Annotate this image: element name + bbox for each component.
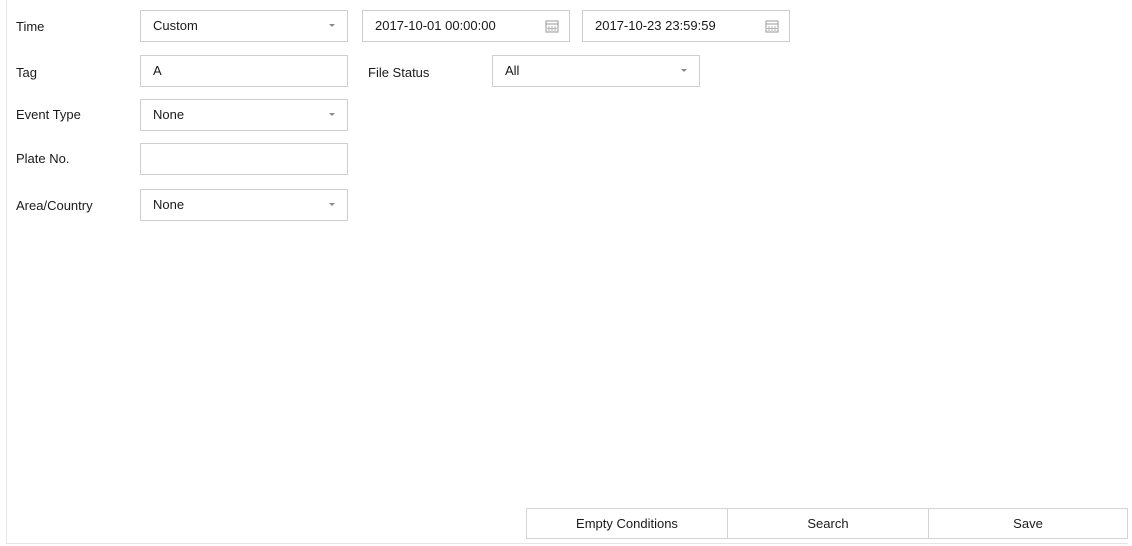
area-country-value: None	[153, 197, 185, 212]
calendar-icon[interactable]	[765, 19, 779, 33]
area-country-label: Area/Country	[16, 198, 93, 213]
end-time-value: 2017-10-23 23:59:59	[595, 18, 716, 33]
start-time-field[interactable]: 2017-10-01 00:00:00	[362, 10, 570, 42]
file-status-select[interactable]: All	[492, 55, 700, 87]
chevron-down-icon	[681, 69, 687, 72]
empty-conditions-button[interactable]: Empty Conditions	[526, 508, 728, 539]
start-time-value: 2017-10-01 00:00:00	[375, 18, 496, 33]
file-status-value: All	[505, 63, 520, 78]
chevron-down-icon	[329, 203, 335, 206]
calendar-icon[interactable]	[545, 19, 559, 33]
save-button[interactable]: Save	[928, 508, 1128, 539]
time-mode-value: Custom	[153, 18, 198, 33]
event-type-select[interactable]: None	[140, 99, 348, 131]
plate-no-label: Plate No.	[16, 151, 70, 166]
tag-label: Tag	[16, 65, 37, 80]
area-country-select[interactable]: None	[140, 189, 348, 221]
tag-input[interactable]: A	[140, 55, 348, 87]
event-type-value: None	[153, 107, 185, 122]
plate-no-input[interactable]	[140, 143, 348, 175]
tag-value: A	[153, 63, 162, 78]
search-button[interactable]: Search	[727, 508, 929, 539]
chevron-down-icon	[329, 113, 335, 116]
file-status-label: File Status	[368, 65, 430, 80]
end-time-field[interactable]: 2017-10-23 23:59:59	[582, 10, 790, 42]
chevron-down-icon	[329, 24, 335, 27]
event-type-label: Event Type	[16, 107, 81, 122]
time-label: Time	[16, 19, 45, 34]
time-mode-select[interactable]: Custom	[140, 10, 348, 42]
